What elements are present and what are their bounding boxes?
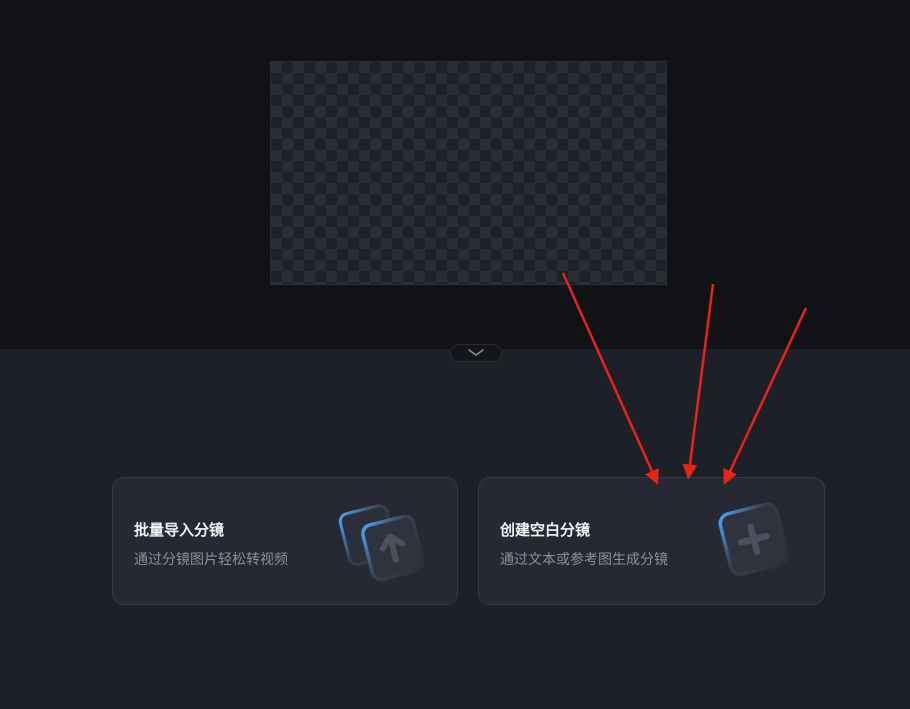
create-blank-storyboard-card[interactable]: 创建空白分镜 通过文本或参考图生成分镜	[478, 477, 825, 605]
upload-images-icon	[338, 504, 425, 582]
card-title: 批量导入分镜	[134, 521, 225, 539]
collapse-toggle-button[interactable]	[450, 344, 502, 362]
transparent-canvas-preview	[270, 61, 667, 285]
card-title: 创建空白分镜	[500, 521, 591, 539]
chevron-down-icon	[468, 349, 484, 356]
preview-area	[0, 0, 910, 349]
batch-import-storyboard-card[interactable]: 批量导入分镜 通过分镜图片轻松转视频	[112, 477, 458, 605]
card-description: 通过文本或参考图生成分镜	[500, 552, 668, 568]
add-blank-icon	[718, 502, 790, 576]
card-description: 通过分镜图片轻松转视频	[134, 552, 288, 568]
